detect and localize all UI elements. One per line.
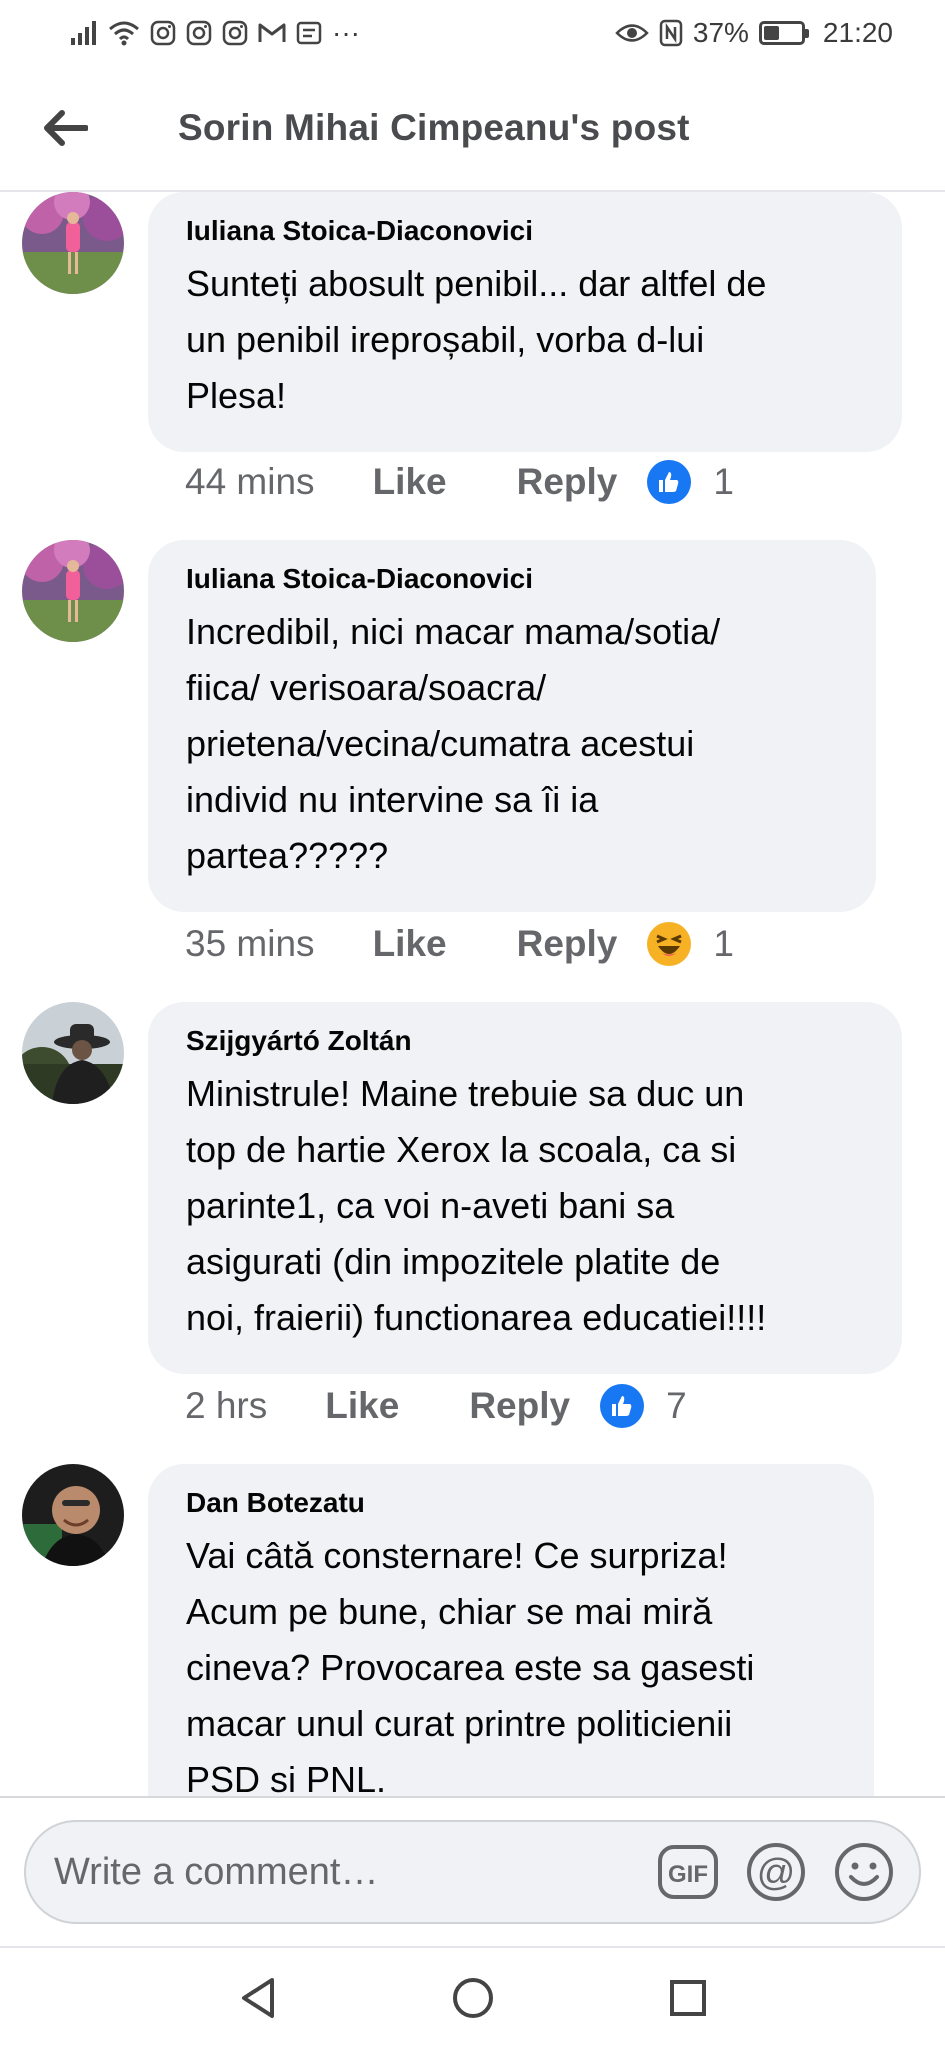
avatar[interactable] xyxy=(22,1464,124,1566)
like-button[interactable]: Like xyxy=(373,461,447,503)
mention-button[interactable]: @ xyxy=(745,1841,807,1903)
reply-button[interactable]: Reply xyxy=(469,1385,570,1427)
back-arrow-icon xyxy=(44,110,88,146)
screen: ··· 37% 21:20 Sorin Mihai Cimpeanu's pos… xyxy=(0,0,945,2048)
nfc-icon xyxy=(659,19,683,47)
like-reaction-icon[interactable] xyxy=(600,1384,645,1428)
comment-author[interactable]: Szijgyártó Zoltán xyxy=(186,1024,864,1058)
nav-back-button[interactable] xyxy=(218,1958,298,2038)
reaction-count: 1 xyxy=(713,923,734,964)
like-button[interactable]: Like xyxy=(325,1385,399,1427)
comment-actions: 2 hrs Like Reply 7 xyxy=(185,1376,687,1436)
more-icon: ··· xyxy=(332,17,360,48)
haha-reaction-icon[interactable] xyxy=(647,922,692,966)
nav-recents-icon xyxy=(669,1980,706,2016)
battery-icon xyxy=(758,21,809,45)
back-button[interactable] xyxy=(20,83,110,173)
avatar[interactable] xyxy=(22,540,124,642)
gif-button[interactable]: GIF xyxy=(657,1841,719,1903)
messages-icon xyxy=(296,21,322,45)
like-button[interactable]: Like xyxy=(373,923,447,965)
emoji-button[interactable] xyxy=(833,1841,895,1903)
comment-bubble[interactable]: Dan Botezatu Vai câtă consternare! Ce su… xyxy=(148,1464,874,1796)
comment-author[interactable]: Iuliana Stoica-Diaconovici xyxy=(186,562,838,596)
reaction-count: 7 xyxy=(666,1385,687,1426)
comment-actions: 35 mins Like Reply 1 xyxy=(185,914,734,974)
composer-actions: GIF @ xyxy=(657,1841,895,1903)
comment-bubble[interactable]: Iuliana Stoica-Diaconovici Sunteți abosu… xyxy=(148,192,902,452)
reaction-count: 1 xyxy=(713,461,734,502)
wifi-icon xyxy=(108,20,140,46)
clock: 21:20 xyxy=(822,17,893,48)
post-header: Sorin Mihai Cimpeanu's post xyxy=(0,66,945,192)
signal-icon xyxy=(70,20,98,46)
nav-back-icon xyxy=(241,1978,274,2018)
comment-text: Incredibil, nici macar mama/sotia/ fiica… xyxy=(186,611,721,876)
comment-composer: GIF @ xyxy=(0,1796,945,1946)
eye-icon xyxy=(615,22,649,44)
comment-time[interactable]: 44 mins xyxy=(185,461,315,503)
status-right: 37% 21:20 xyxy=(615,17,893,49)
status-left: ··· xyxy=(70,17,360,49)
gif-icon: GIF xyxy=(658,1845,718,1899)
avatar[interactable] xyxy=(22,1002,124,1104)
mention-icon: @ xyxy=(747,1843,805,1901)
comment-bubble[interactable]: Iuliana Stoica-Diaconovici Incredibil, n… xyxy=(148,540,876,912)
comment-input[interactable] xyxy=(54,1850,657,1894)
battery-level xyxy=(763,26,779,40)
comments-list[interactable]: Iuliana Stoica-Diaconovici Sunteți abosu… xyxy=(0,192,945,1796)
gif-label: GIF xyxy=(668,1861,708,1888)
gmail-icon xyxy=(258,22,286,44)
nav-recents-button[interactable] xyxy=(648,1958,728,2038)
page-title: Sorin Mihai Cimpeanu's post xyxy=(178,107,690,148)
comment-text: Ministrule! Maine trebuie sa duc un top … xyxy=(186,1073,767,1338)
reply-button[interactable]: Reply xyxy=(517,923,618,965)
system-nav-bar xyxy=(0,1946,945,2048)
comment-text: Vai câtă consternare! Ce surpriza! Acum … xyxy=(186,1535,755,1796)
comment-author[interactable]: Iuliana Stoica-Diaconovici xyxy=(186,214,864,248)
comment-bubble[interactable]: Szijgyártó Zoltán Ministrule! Maine treb… xyxy=(148,1002,902,1374)
battery-percent: 37% xyxy=(692,17,749,48)
comment-text: Sunteți abosult penibil... dar altfel de… xyxy=(186,263,767,416)
mention-label: @ xyxy=(757,1852,796,1894)
instagram-icon xyxy=(186,20,212,46)
instagram-icon xyxy=(150,20,176,46)
comment-author[interactable]: Dan Botezatu xyxy=(186,1486,836,1520)
reply-button[interactable]: Reply xyxy=(517,461,618,503)
avatar[interactable] xyxy=(22,192,124,294)
comment-actions: 44 mins Like Reply 1 xyxy=(185,452,734,512)
comment-time[interactable]: 35 mins xyxy=(185,923,315,965)
smiley-icon xyxy=(835,1843,893,1901)
instagram-icon xyxy=(222,20,248,46)
status-bar: ··· 37% 21:20 xyxy=(0,0,945,66)
like-reaction-icon[interactable] xyxy=(647,460,692,504)
comment-time[interactable]: 2 hrs xyxy=(185,1385,267,1427)
nav-home-button[interactable] xyxy=(433,1958,513,2038)
comment-input-box[interactable]: GIF @ xyxy=(24,1820,921,1924)
nav-home-icon xyxy=(452,1978,493,2018)
